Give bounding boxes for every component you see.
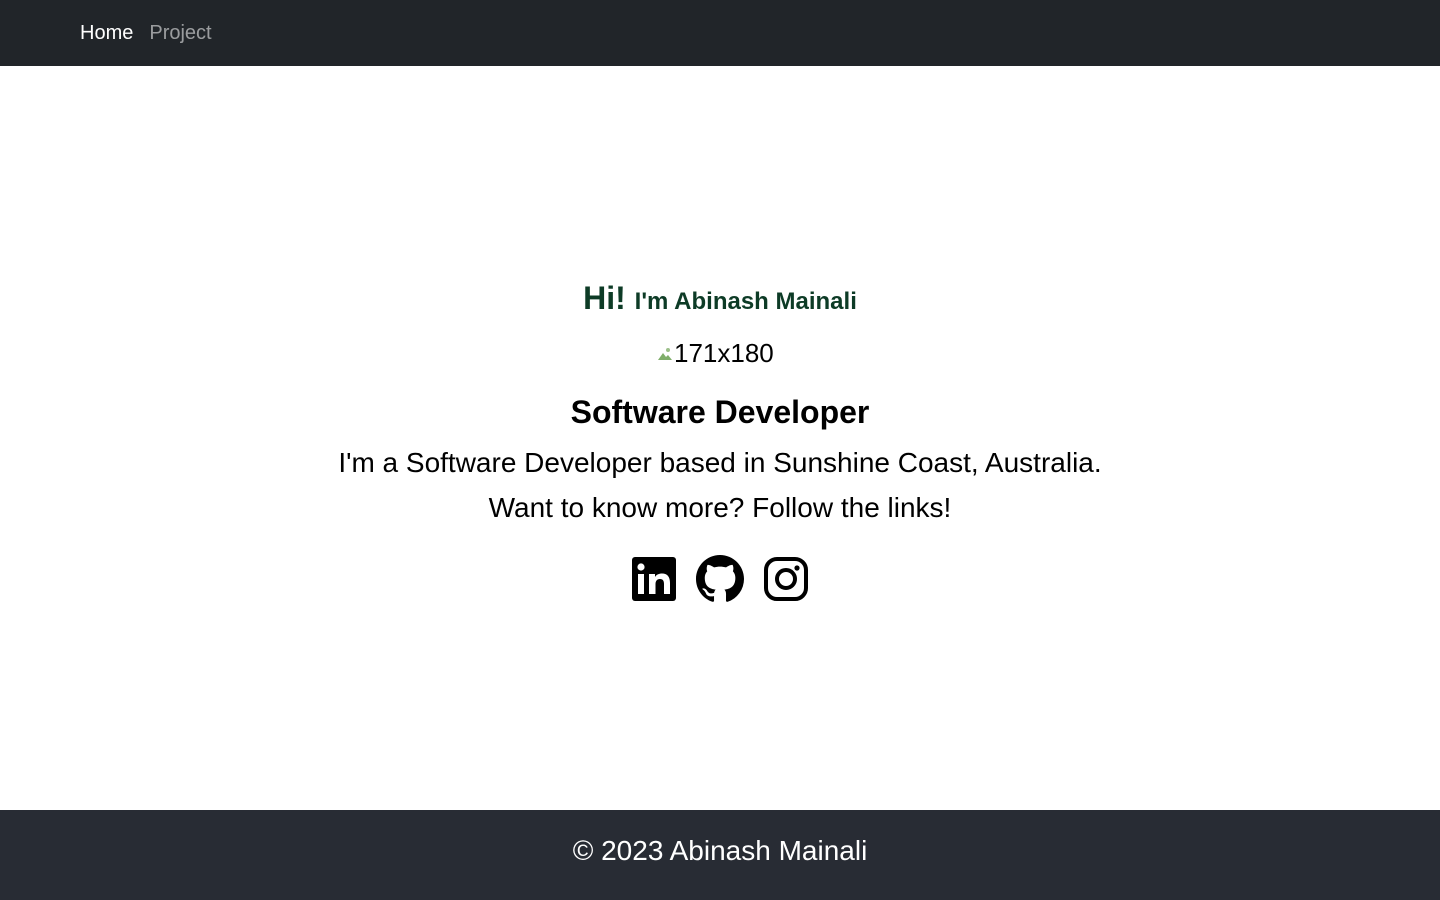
footer: © 2023 Abinash Mainali: [0, 810, 1440, 900]
profile-image: 171x180: [657, 336, 781, 370]
github-link[interactable]: [696, 555, 744, 603]
role-title: Software Developer: [570, 394, 870, 430]
cta-text: Want to know more? Follow the links!: [488, 492, 952, 523]
broken-image-icon: [658, 348, 672, 360]
github-icon: [696, 555, 744, 602]
linkedin-icon: [632, 557, 676, 601]
nav-home-link[interactable]: Home: [80, 23, 133, 43]
navbar: Home Project: [0, 0, 1440, 66]
social-links: [630, 554, 810, 604]
footer-copyright: © 2023 Abinash Mainali: [572, 835, 868, 866]
greeting-hi: Hi!: [583, 280, 626, 316]
linkedin-link[interactable]: [630, 555, 678, 603]
nav-project-link[interactable]: Project: [149, 23, 211, 43]
bio-text: I'm a Software Developer based in Sunshi…: [338, 447, 1102, 478]
instagram-icon: [764, 557, 808, 601]
profile-image-alt-text: 171x180: [674, 337, 774, 368]
greeting-name: I'm Abinash Mainali: [634, 288, 857, 315]
greeting-heading: Hi! I'm Abinash Mainali: [0, 280, 1440, 317]
hero-section: Hi! I'm Abinash Mainali 171x180 Software…: [0, 66, 1440, 810]
instagram-link[interactable]: [762, 555, 810, 603]
